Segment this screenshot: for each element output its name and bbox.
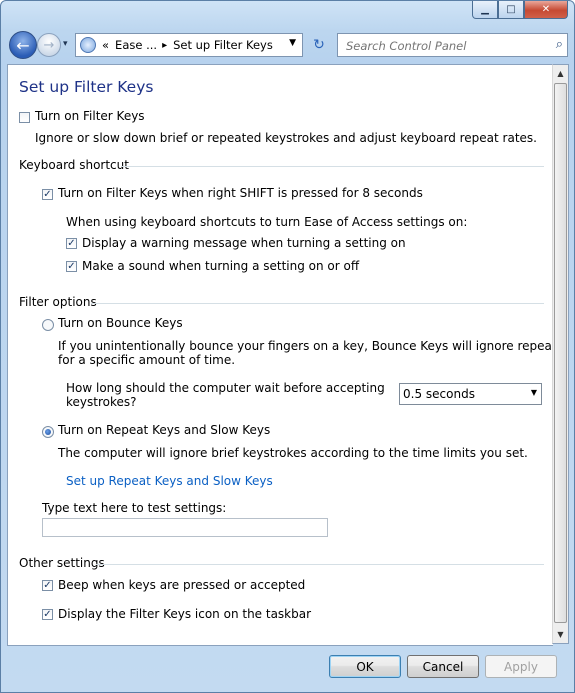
ok-button[interactable]: OK (329, 655, 401, 678)
turn-on-filter-keys-label[interactable]: Turn on Filter Keys (35, 109, 145, 123)
bounce-keys-radio[interactable] (42, 319, 54, 331)
repeat-description: The computer will ignore brief keystroke… (58, 446, 528, 460)
chevron-down-icon: ▼ (530, 388, 537, 397)
divider (96, 564, 544, 565)
apply-button[interactable]: Apply (485, 655, 557, 678)
content-pane: Set up Filter Keys Turn on Filter Keys I… (7, 64, 553, 646)
sound-label[interactable]: Make a sound when turning a setting on o… (82, 259, 359, 273)
warning-label[interactable]: Display a warning message when turning a… (82, 236, 406, 250)
breadcrumb-arrow-icon[interactable]: ▸ (162, 40, 167, 51)
scroll-down-icon[interactable]: ▼ (554, 627, 567, 642)
minimize-button[interactable]: ▁ (472, 1, 498, 19)
search-input[interactable] (344, 38, 543, 54)
window-frame: ▁ □ ✕ ← → ▾ « Ease ... ▸ Set up Filter K… (0, 0, 575, 693)
breadcrumb-current[interactable]: Set up Filter Keys (173, 38, 273, 52)
recent-pages-button[interactable]: ▾ (63, 39, 68, 49)
beep-label[interactable]: Beep when keys are pressed or accepted (58, 578, 305, 592)
other-settings-heading: Other settings (19, 556, 105, 570)
filter-options-heading: Filter options (19, 295, 97, 309)
vertical-scrollbar[interactable]: ▲ ▼ (552, 64, 569, 644)
maximize-icon: □ (506, 4, 516, 15)
forward-arrow-icon: → (43, 37, 55, 53)
bounce-description-line2: for a specific amount of time. (58, 353, 236, 367)
back-arrow-icon: ← (16, 35, 30, 55)
navigation-bar: ← → ▾ « Ease ... ▸ Set up Filter Keys ▼ … (7, 31, 568, 59)
turn-on-filter-keys-checkbox[interactable] (19, 112, 30, 123)
repeat-slow-keys-radio[interactable] (42, 426, 54, 438)
scroll-thumb[interactable] (554, 83, 567, 623)
intro-text: Ignore or slow down brief or repeated ke… (35, 131, 537, 145)
warning-checkbox[interactable]: ✓ (66, 238, 77, 249)
breadcrumb-overflow[interactable]: « (102, 38, 109, 52)
close-icon: ✕ (541, 4, 551, 15)
close-button[interactable]: ✕ (524, 1, 568, 19)
forward-button[interactable]: → (37, 33, 61, 57)
bounce-description-line1: If you unintentionally bounce your finge… (58, 339, 553, 353)
search-icon[interactable]: ⌕ (556, 37, 563, 52)
minimize-icon: ▁ (481, 4, 489, 15)
wait-label-line1: How long should the computer wait before… (66, 381, 385, 395)
test-text-input[interactable] (42, 518, 328, 537)
breadcrumb-ease-of-access[interactable]: Ease ... (115, 38, 157, 52)
right-shift-label[interactable]: Turn on Filter Keys when right SHIFT is … (58, 186, 423, 200)
bounce-keys-label[interactable]: Turn on Bounce Keys (58, 316, 183, 330)
wait-time-value: 0.5 seconds (403, 387, 475, 401)
divider (121, 166, 544, 167)
refresh-icon: ↻ (313, 37, 325, 53)
setup-repeat-slow-keys-link[interactable]: Set up Repeat Keys and Slow Keys (66, 474, 273, 488)
wait-label-line2: keystrokes? (66, 395, 137, 409)
beep-checkbox[interactable]: ✓ (42, 580, 53, 591)
divider (91, 303, 544, 304)
repeat-slow-keys-label[interactable]: Turn on Repeat Keys and Slow Keys (58, 423, 270, 437)
address-bar[interactable]: « Ease ... ▸ Set up Filter Keys ▼ (75, 33, 303, 57)
search-box[interactable]: ⌕ (337, 33, 568, 57)
cancel-button[interactable]: Cancel (407, 655, 479, 678)
maximize-button[interactable]: □ (498, 1, 524, 19)
refresh-button[interactable]: ↻ (307, 33, 331, 57)
address-dropdown-icon[interactable]: ▼ (289, 38, 296, 48)
scroll-up-icon[interactable]: ▲ (554, 66, 567, 81)
right-shift-checkbox[interactable]: ✓ (42, 189, 53, 200)
caption-buttons: ▁ □ ✕ (472, 1, 568, 19)
test-label: Type text here to test settings: (42, 501, 227, 515)
back-button[interactable]: ← (9, 31, 37, 59)
page-title: Set up Filter Keys (19, 78, 154, 96)
taskbar-icon-label[interactable]: Display the Filter Keys icon on the task… (58, 607, 311, 621)
keyboard-shortcut-heading: Keyboard shortcut (19, 158, 129, 172)
shortcut-subtext: When using keyboard shortcuts to turn Ea… (66, 215, 468, 229)
sound-checkbox[interactable]: ✓ (66, 261, 77, 272)
control-panel-icon (80, 37, 96, 53)
wait-time-dropdown[interactable]: 0.5 seconds ▼ (399, 383, 542, 405)
taskbar-icon-checkbox[interactable]: ✓ (42, 609, 53, 620)
